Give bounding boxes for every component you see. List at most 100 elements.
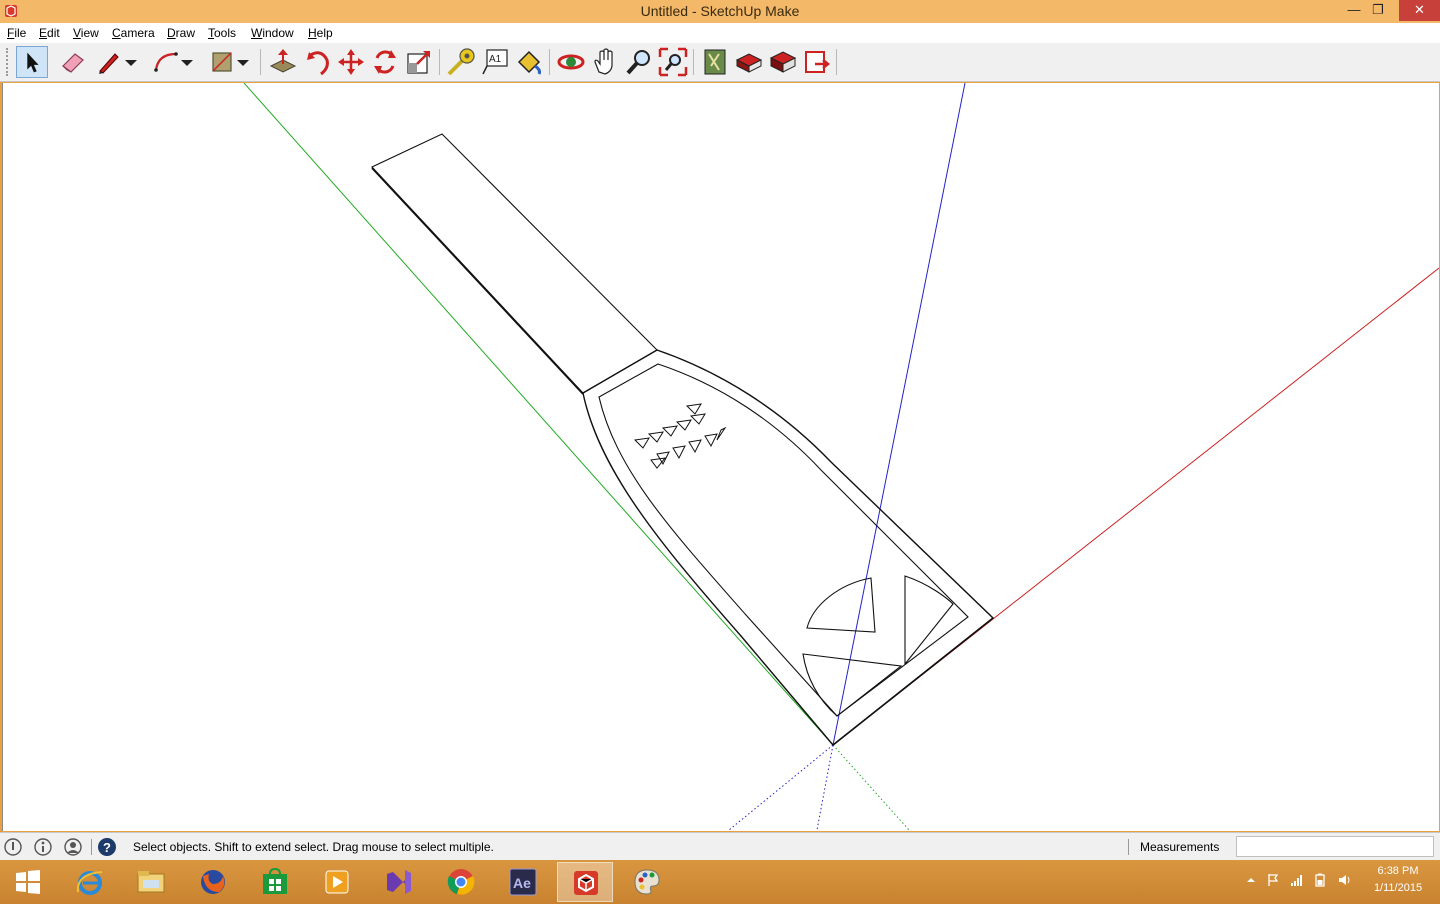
visual-studio-icon [387,870,411,894]
model-blade-outer[interactable] [582,349,995,746]
taskbar-media-player[interactable] [309,862,365,902]
menu-view[interactable]: View [73,26,99,40]
menu-window[interactable]: Window [251,26,294,40]
pan-tool-button[interactable] [589,46,621,78]
taskbar-chrome[interactable] [433,862,489,902]
folder-icon [137,871,165,893]
menu-camera[interactable]: Camera [112,26,155,40]
orbit-tool-button[interactable] [555,46,587,78]
pencil-icon [99,53,119,74]
taskbar-file-explorer[interactable] [123,862,179,902]
title-bar: Untitled - SketchUp Make — ❐ ✕ [0,0,1440,23]
close-button[interactable]: ✕ [1399,0,1440,21]
arc-dropdown[interactable] [178,46,196,78]
push-pull-icon [269,49,297,73]
rotate-tool-button[interactable] [369,46,401,78]
zoom-tool-button[interactable] [623,46,655,78]
menu-file[interactable]: File [7,26,26,40]
menu-edit[interactable]: Edit [39,26,60,40]
eraser-icon [62,53,84,73]
text-label-icon: A1 [482,49,508,75]
menu-tools[interactable]: Tools [208,26,236,40]
blue-axis-line [832,82,966,746]
get-models-button[interactable] [767,46,799,78]
follow-me-icon [307,51,329,76]
volume-speaker-icon[interactable] [1338,873,1352,887]
tape-measure-tool-button[interactable] [445,46,477,78]
network-signal-icon[interactable] [1290,873,1304,887]
rectangle-dropdown[interactable] [234,46,252,78]
text-tool-button[interactable]: A1 [479,46,511,78]
after-effects-glyph: Ae [513,875,531,891]
menu-help[interactable]: Help [308,26,333,40]
rotate-icon [374,50,396,74]
toolbar-separator [549,49,550,75]
taskbar-internet-explorer[interactable] [62,862,118,902]
battery-icon[interactable] [1313,873,1327,887]
green-axis-dotted [832,744,910,831]
windows-logo-icon [16,870,40,894]
chevron-down-icon [125,60,137,66]
taskbar-after-effects[interactable]: Ae [495,862,551,902]
help-icon[interactable]: ? [97,837,117,857]
tape-measure-icon [447,48,475,76]
action-center-flag-icon[interactable] [1266,873,1280,887]
toolbar-separator [260,49,261,75]
3d-warehouse-button[interactable] [699,46,731,78]
main-toolbar: A1 [0,43,1440,82]
chevron-down-icon [237,60,249,66]
push-pull-tool-button[interactable] [267,46,299,78]
status-separator [1128,839,1129,855]
pan-hand-icon [594,48,613,75]
zoom-extents-icon [658,47,688,77]
pencil-tool-button[interactable] [93,46,125,78]
share-model-button[interactable] [733,46,765,78]
taskbar-firefox[interactable] [185,862,241,902]
drawing-viewport[interactable] [2,82,1440,831]
toolbar-grip[interactable] [6,48,12,76]
share-model-icon [735,53,763,73]
paint-bucket-tool-button[interactable] [513,46,545,78]
start-button[interactable] [0,862,56,902]
chrome-icon [447,869,475,895]
paint-bucket-icon [517,50,541,75]
magnifier-icon [626,50,650,75]
taskbar-visual-studio[interactable] [371,862,427,902]
select-arrow-icon [27,52,39,73]
restore-button[interactable]: ❐ [1363,0,1393,21]
toolbar-separator [836,49,837,75]
model-handle-edge [371,167,584,395]
send-to-layout-button[interactable] [801,46,833,78]
credits-icon[interactable] [33,837,53,857]
orbit-icon [557,54,585,70]
scale-tool-button[interactable] [403,46,435,78]
media-player-icon [325,870,349,894]
window-title: Untitled - SketchUp Make [640,3,800,19]
taskbar-sketchup[interactable] [557,862,613,902]
chevron-down-icon [181,60,193,66]
send-to-layout-icon [805,51,831,73]
clock-date[interactable]: 1/11/2015 [1372,882,1424,894]
zoom-extents-tool-button[interactable] [657,46,689,78]
clock-time[interactable]: 6:38 PM [1372,865,1424,877]
model-handle[interactable] [371,133,658,394]
measurements-input[interactable] [1236,836,1434,857]
follow-me-tool-button[interactable] [301,46,333,78]
model-canvas[interactable] [3,82,1440,831]
sketchup-icon [574,871,598,895]
move-tool-button[interactable] [335,46,367,78]
select-tool-button[interactable] [16,46,48,78]
pencil-dropdown[interactable] [122,46,140,78]
eraser-tool-button[interactable] [57,46,89,78]
taskbar-windows-store[interactable] [247,862,303,902]
blue-axis-dotted [728,744,834,831]
triangle-pattern [633,403,727,469]
taskbar-paint[interactable] [619,862,675,902]
user-account-icon[interactable] [63,837,83,857]
menu-draw[interactable]: Draw [167,26,195,40]
internet-explorer-icon [76,871,103,895]
geo-location-icon[interactable] [3,837,23,857]
toolbar-separator [439,49,440,75]
after-effects-icon: Ae [509,868,537,896]
tray-expand-icon[interactable] [1244,873,1258,887]
